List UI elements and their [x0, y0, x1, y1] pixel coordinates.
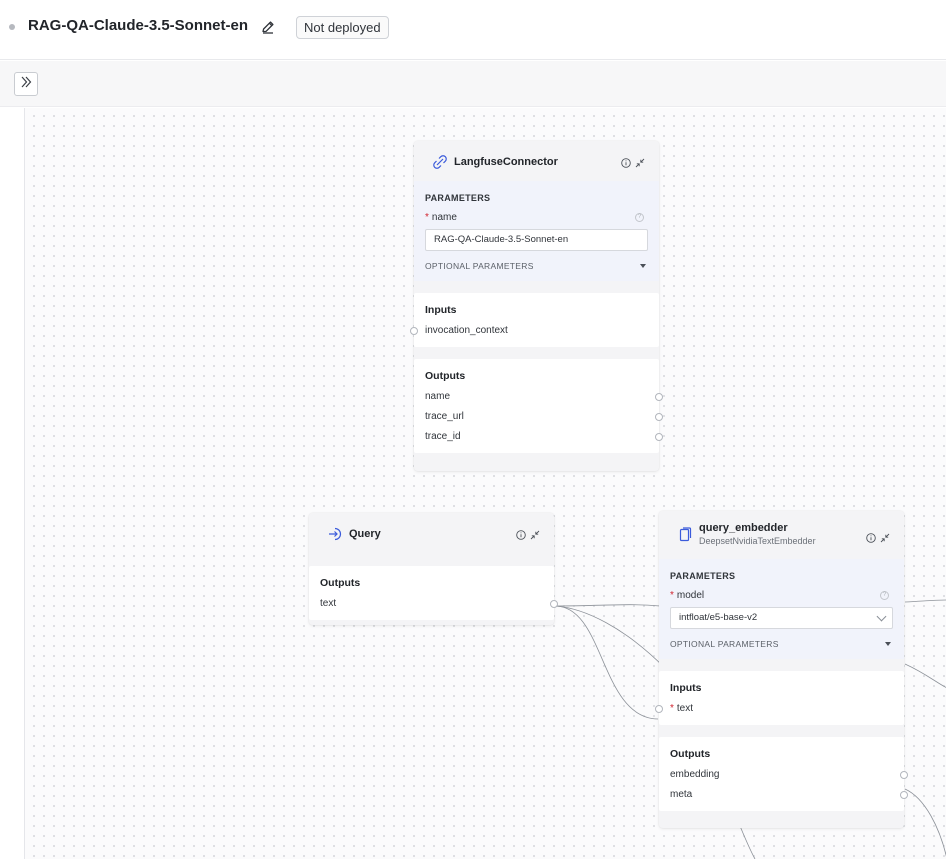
output-item: text	[320, 594, 558, 614]
output-port[interactable]	[655, 413, 663, 421]
query-embedder-node[interactable]: query_embedder DeepsetNvidiaTextEmbedder…	[655, 511, 908, 828]
input-arrow-icon	[327, 526, 343, 542]
output-port[interactable]	[900, 771, 908, 779]
parameters-label: PARAMETERS	[670, 571, 736, 581]
link-icon	[432, 154, 448, 170]
caret-down-icon	[640, 264, 646, 268]
output-port[interactable]	[550, 600, 558, 608]
outputs-label: Outputs	[320, 577, 361, 589]
caret-down-icon	[885, 642, 891, 646]
inputs-section: Inputs * text	[655, 671, 904, 725]
edge-embedder-right-2	[904, 663, 946, 688]
status-dot	[9, 24, 15, 30]
output-item: trace_id	[425, 427, 663, 447]
outputs-section: Outputs name trace_url trace_id	[414, 359, 663, 453]
outputs-label: Outputs	[425, 370, 466, 382]
pencil-icon[interactable]	[259, 18, 277, 36]
info-icon[interactable]	[516, 527, 526, 545]
collapse-icon[interactable]	[530, 527, 540, 545]
edge-embedding-out	[904, 788, 946, 857]
deployment-status-badge: Not deployed	[296, 16, 389, 39]
collapse-icon[interactable]	[880, 530, 890, 548]
double-chevron-right-icon	[19, 75, 33, 94]
output-item: trace_url	[425, 407, 663, 427]
document-icon	[677, 527, 693, 543]
edge-embedder-right-1	[904, 599, 946, 603]
output-item: meta	[670, 785, 908, 805]
info-icon[interactable]	[621, 155, 631, 173]
query-node[interactable]: Query Outputs text	[309, 513, 558, 625]
pipeline-header: RAG-QA-Claude-3.5-Sonnet-en Not deployed	[0, 0, 946, 60]
node-subtitle: DeepsetNvidiaTextEmbedder	[699, 536, 816, 546]
required-marker: *	[670, 703, 674, 714]
name-input[interactable]: RAG-QA-Claude-3.5-Sonnet-en	[425, 229, 648, 251]
expand-sidebar-button[interactable]	[14, 72, 38, 96]
edge-bottom	[739, 825, 756, 859]
help-icon[interactable]: ?	[635, 213, 644, 222]
input-port[interactable]	[655, 705, 663, 713]
output-port[interactable]	[655, 393, 663, 401]
input-item: * text	[655, 699, 893, 719]
node-title: query_embedder	[699, 522, 788, 534]
collapse-icon[interactable]	[635, 155, 645, 173]
node-header: Query	[309, 513, 554, 553]
help-icon[interactable]: ?	[880, 591, 889, 600]
inputs-label: Inputs	[670, 682, 702, 694]
info-icon[interactable]	[866, 530, 876, 548]
input-item: invocation_context	[410, 321, 648, 341]
name-field-label: * name?	[425, 212, 648, 223]
inputs-section: Inputs invocation_context	[410, 293, 659, 347]
model-select[interactable]: intfloat/e5-base-v2	[670, 607, 893, 629]
optional-parameters-toggle[interactable]: OPTIONAL PARAMETERS	[670, 639, 893, 649]
outputs-section: Outputs text	[309, 566, 558, 620]
required-marker: *	[425, 212, 429, 223]
output-item: embedding	[670, 765, 908, 785]
chevron-down-icon	[876, 611, 887, 622]
required-marker: *	[670, 590, 674, 601]
input-port[interactable]	[410, 327, 418, 335]
langfuse-connector-node[interactable]: LangfuseConnector PARAMETERS * name? RAG-…	[410, 141, 663, 471]
outputs-label: Outputs	[670, 748, 711, 760]
pipeline-canvas[interactable]: LangfuseConnector PARAMETERS * name? RAG-…	[24, 108, 946, 859]
parameters-label: PARAMETERS	[425, 193, 491, 203]
canvas-toolbar	[0, 61, 946, 107]
model-field-label: * model?	[670, 590, 893, 601]
parameters-section: PARAMETERS * name? RAG-QA-Claude-3.5-Sonn…	[414, 181, 659, 281]
outputs-section: Outputs embedding meta	[659, 737, 908, 811]
pipeline-title: RAG-QA-Claude-3.5-Sonnet-en	[28, 17, 249, 34]
edge-query-out-2	[554, 605, 666, 669]
inputs-label: Inputs	[425, 304, 457, 316]
node-header: query_embedder DeepsetNvidiaTextEmbedder	[659, 511, 904, 559]
output-port[interactable]	[900, 791, 908, 799]
node-title: LangfuseConnector	[454, 156, 558, 168]
output-item: name	[425, 387, 663, 407]
optional-parameters-toggle[interactable]: OPTIONAL PARAMETERS	[425, 261, 648, 271]
node-header: LangfuseConnector	[414, 141, 659, 181]
edge-query-out-1	[554, 604, 661, 607]
parameters-section: PARAMETERS * model? intfloat/e5-base-v2 O…	[659, 559, 904, 659]
output-port[interactable]	[655, 433, 663, 441]
node-title: Query	[349, 528, 381, 540]
